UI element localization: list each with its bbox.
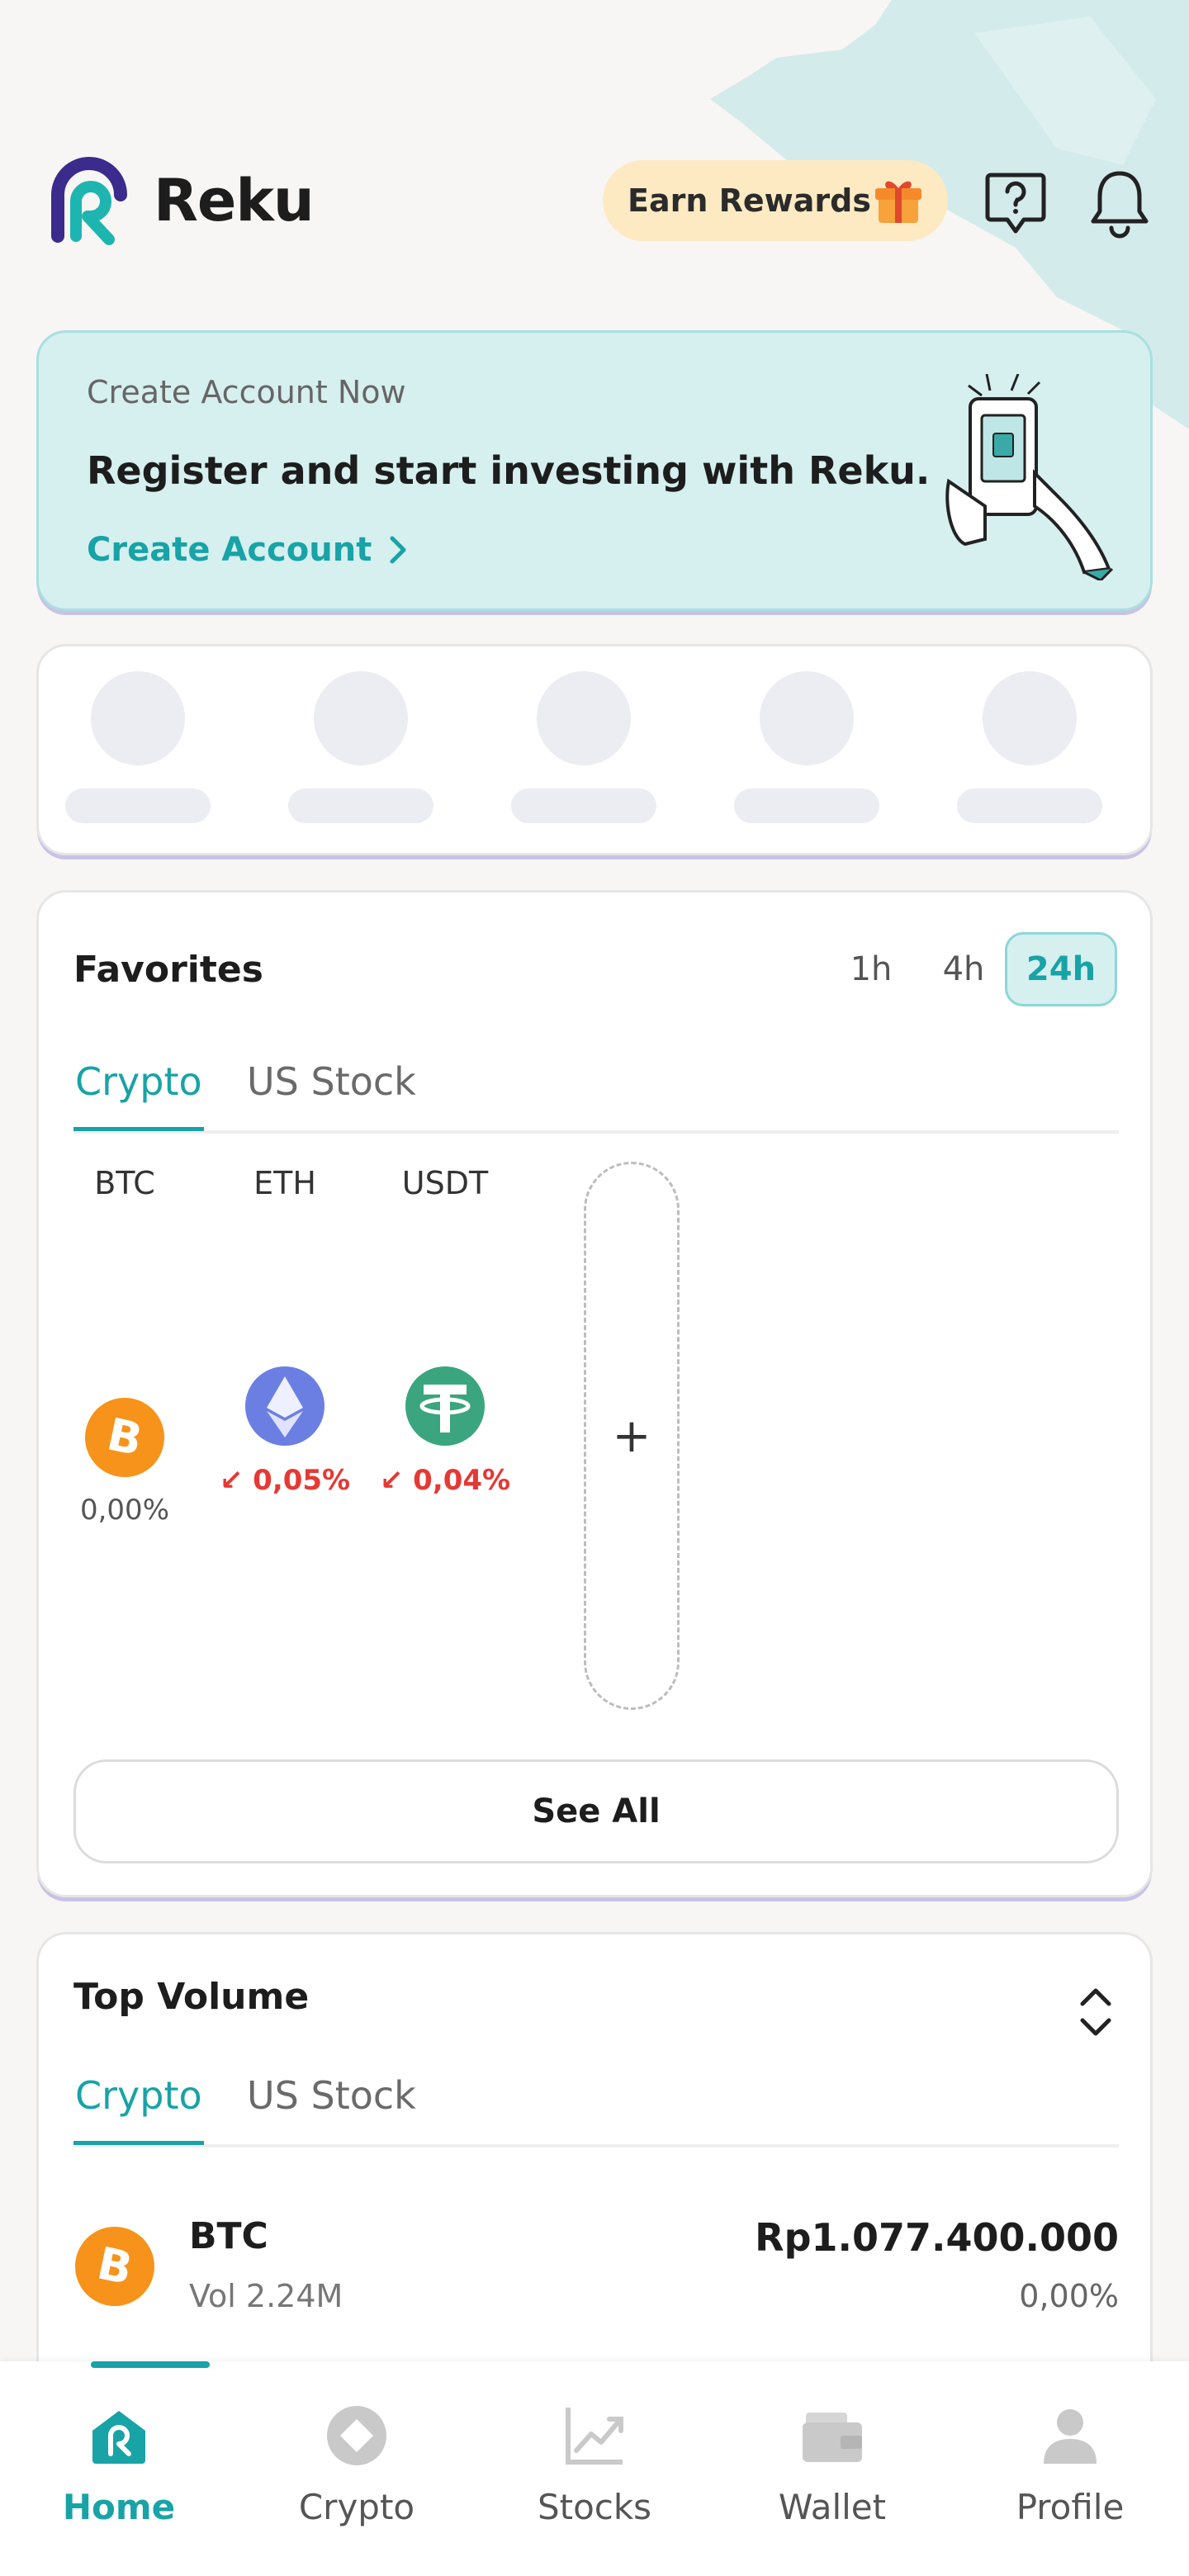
quick-menu-placeholder — [734, 671, 879, 823]
coin-change: ↙ 0,04% — [379, 1464, 511, 1497]
bottom-navigation: Home Crypto Stocks Wallet Profile — [0, 2361, 1189, 2576]
ethereum-icon — [245, 1366, 324, 1446]
quick-menu-placeholder — [511, 671, 656, 823]
tab-us-stock[interactable]: US Stock — [247, 2073, 416, 2141]
tab-crypto[interactable]: Crypto — [73, 1059, 204, 1131]
crypto-icon — [327, 2406, 386, 2465]
sort-toggle-icon[interactable] — [1071, 1979, 1120, 2045]
wallet-icon — [803, 2413, 862, 2462]
row-volume: Vol 2.24M — [189, 2278, 343, 2314]
quick-menu-placeholder — [65, 671, 211, 823]
earn-rewards-label: Earn Rewards — [628, 182, 871, 219]
coin-ticker: ETH — [253, 1165, 316, 1201]
top-volume-card: Top Volume Crypto US Stock B BTC Vol 2.2… — [36, 1932, 1153, 2394]
profile-icon — [1044, 2409, 1097, 2464]
arrow-down-icon: ↙ — [219, 1464, 253, 1497]
quick-menu-loading — [36, 644, 1153, 855]
see-all-button[interactable]: See All — [73, 1759, 1119, 1863]
timeframe-24h[interactable]: 24h — [1005, 932, 1117, 1006]
brand-name: Reku — [154, 167, 315, 234]
create-account-card[interactable]: Create Account Now Register and start in… — [36, 330, 1153, 611]
nav-crypto[interactable]: Crypto — [238, 2381, 476, 2546]
favorite-coin-btc[interactable]: BTC B 0,00% — [59, 1165, 191, 1594]
bitcoin-icon: B — [75, 2227, 154, 2306]
promo-title: Register and start investing with Reku. — [87, 448, 931, 493]
favorite-coin-usdt[interactable]: USDT ↙ 0,04% — [379, 1165, 511, 1594]
quick-menu-placeholder — [957, 671, 1102, 823]
nav-label: Profile — [1016, 2487, 1125, 2527]
chevron-right-icon — [390, 536, 406, 564]
favorites-title: Favorites — [73, 949, 263, 991]
arrow-down-icon: ↙ — [379, 1464, 414, 1497]
row-change: 0,00% — [1019, 2278, 1119, 2314]
gift-icon — [875, 181, 921, 223]
top-volume-title: Top Volume — [73, 1976, 310, 2018]
phone-hand-illustration — [945, 374, 1114, 580]
add-favorite-button[interactable]: + — [584, 1162, 680, 1710]
app-header: Reku Earn Rewards — [0, 157, 1189, 248]
tab-crypto[interactable]: Crypto — [73, 2073, 204, 2145]
create-account-link[interactable]: Create Account — [87, 531, 408, 569]
bell-icon[interactable] — [1087, 167, 1153, 239]
stocks-icon — [566, 2408, 623, 2465]
favorites-tabs: Crypto US Stock — [73, 1051, 1119, 1134]
nav-wallet[interactable]: Wallet — [713, 2381, 951, 2546]
nav-label: Crypto — [298, 2487, 415, 2527]
top-volume-tabs: Crypto US Stock — [73, 2065, 1119, 2147]
timeframe-1h[interactable]: 1h — [838, 932, 904, 1006]
row-ticker: BTC — [189, 2215, 268, 2257]
favorites-card: Favorites 1h 4h 24h Crypto US Stock BTC … — [36, 890, 1153, 1897]
row-price: Rp1.077.400.000 — [755, 2215, 1119, 2260]
promo-subtitle: Create Account Now — [87, 374, 406, 410]
coin-change: ↙ 0,05% — [219, 1464, 351, 1497]
create-account-label: Create Account — [87, 531, 372, 569]
nav-profile[interactable]: Profile — [951, 2381, 1189, 2546]
help-icon[interactable] — [983, 168, 1049, 238]
home-icon — [92, 2411, 145, 2464]
quick-menu-placeholder — [288, 671, 433, 823]
bitcoin-icon: B — [85, 1398, 164, 1477]
nav-label: Home — [62, 2487, 176, 2527]
active-indicator — [91, 2361, 210, 2368]
nav-home[interactable]: Home — [0, 2361, 238, 2546]
timeframe-4h[interactable]: 4h — [931, 932, 997, 1006]
logo-icon — [51, 157, 127, 245]
nav-stocks[interactable]: Stocks — [476, 2381, 713, 2546]
coin-ticker: BTC — [94, 1165, 155, 1201]
coin-change: 0,00% — [79, 1494, 169, 1527]
earn-rewards-button[interactable]: Earn Rewards — [603, 160, 948, 241]
top-volume-row[interactable]: B BTC Vol 2.24M Rp1.077.400.000 0,00% — [73, 2207, 1119, 2331]
tab-us-stock[interactable]: US Stock — [247, 1059, 416, 1127]
favorite-coin-eth[interactable]: ETH ↙ 0,05% — [219, 1165, 351, 1594]
nav-label: Wallet — [778, 2487, 887, 2527]
coin-ticker: USDT — [401, 1165, 489, 1201]
tether-icon — [405, 1366, 485, 1446]
nav-label: Stocks — [537, 2487, 652, 2527]
